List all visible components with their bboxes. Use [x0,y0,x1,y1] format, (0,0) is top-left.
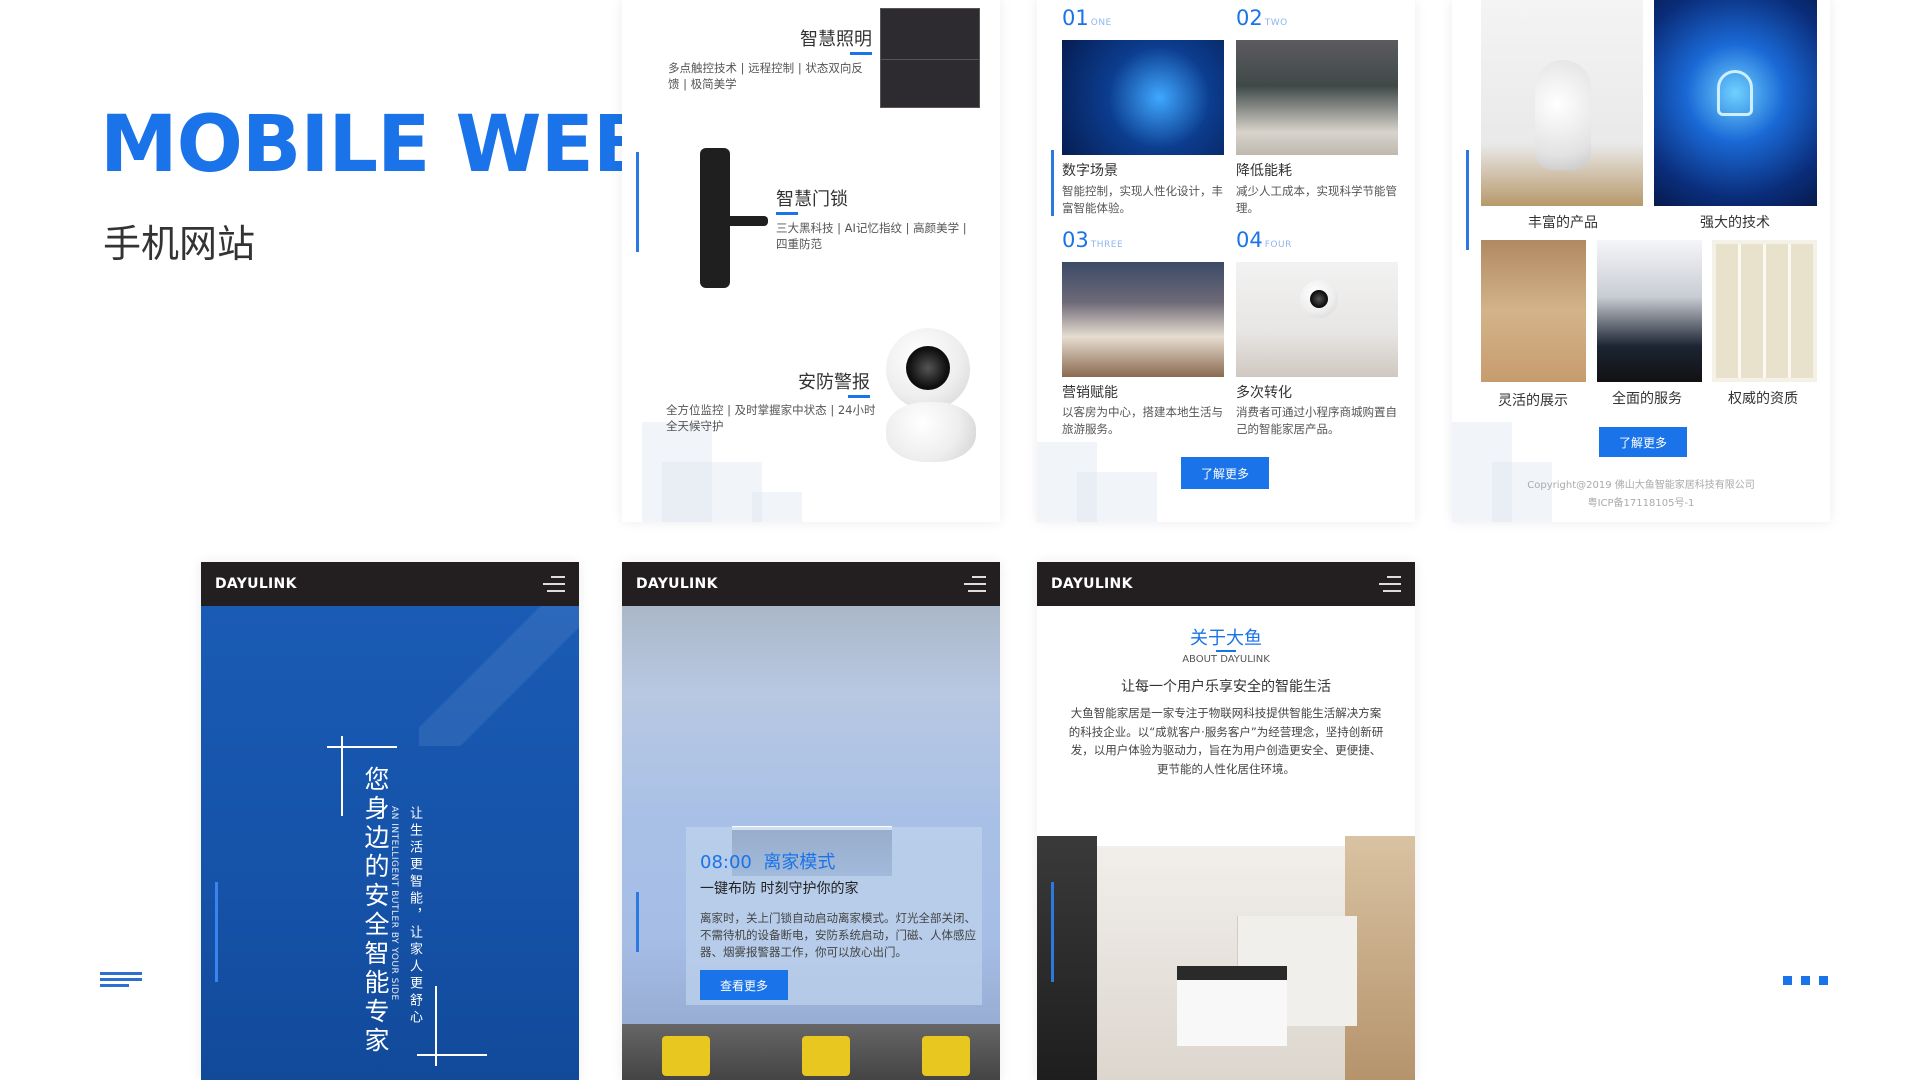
navbar: DAYULINK [201,562,579,606]
away-mode-heading: 08:00 离家模式 [700,848,835,874]
scene-title-energy: 降低能耗 [1236,163,1292,179]
brand-logo[interactable]: DAYULINK [1051,576,1133,592]
slogan-english: AN INTELLIGENT BUTLER BY YOUR SIDE [389,806,399,1001]
humidifier-image [1535,60,1591,170]
accent-bar [1051,150,1054,216]
hero-banner: 您身边的安全智能专家 AN INTELLIGENT BUTLER BY YOUR… [201,606,579,1080]
lock-handle [722,216,768,226]
about-tagline: 让每一个用户乐享安全的智能生活 [1121,679,1331,695]
camera-lens [906,346,950,390]
scene-title-marketing: 营销赋能 [1062,385,1118,401]
about-subtitle: ABOUT DAYULINK [1182,654,1270,665]
camera-base [886,402,976,462]
menu-icon[interactable] [964,576,986,592]
smart-switch-image [880,8,980,108]
scene-image-digital [1062,40,1224,155]
decor-line [341,736,343,816]
scene-title-conversion: 多次转化 [1236,385,1292,401]
decorative-dots [1783,976,1828,985]
brand-logo[interactable]: DAYULINK [636,576,718,592]
mobile-screen-home: DAYULINK 您身边的安全智能专家 AN INTELLIGENT BUTLE… [201,562,579,1080]
navbar: DAYULINK [1037,562,1415,606]
scene-image-bedroom [1236,40,1398,155]
title-underline [776,212,798,215]
pillow-image [662,1036,710,1076]
away-mode-headline: 一键布防 时刻守护你的家 [700,881,859,897]
scene-desc-marketing: 以客房为中心，搭建本地生活与旅游服务。 [1062,405,1223,436]
showroom-image [1037,806,1415,1080]
feature-caption-technology: 强大的技术 [1700,215,1770,231]
accent-bar [636,892,639,952]
scene-number-02: 02 TWO [1236,6,1288,30]
scene-number-01: 01 ONE [1062,6,1112,30]
slogan-side: 让生活更智能，让家人更舒心 [407,806,422,1027]
page-title: MOBILE WEB [100,100,652,190]
decor-line [327,746,397,748]
page-subtitle: 手机网站 [103,222,256,266]
scene-desc-energy: 减少人工成本，实现科学节能管理。 [1236,184,1397,215]
product-title-lock: 智慧门锁 [776,189,848,210]
title-underline [848,395,870,398]
product-desc-lighting: 多点触控技术 | 远程控制 | 状态双向反馈 | 极简美学 [668,61,863,91]
slogan-main: 您身边的安全智能专家 [361,766,390,1056]
scene-image-hotel [1062,262,1224,377]
pillow-image [802,1036,850,1076]
lock-icon [1717,70,1753,116]
decor-line [417,1054,487,1056]
feature-caption-qualification: 权威的资质 [1728,391,1798,407]
feature-image-service [1597,240,1702,382]
accent-bar [636,152,639,252]
pillow-image [922,1036,970,1076]
scene-desc-digital: 智能控制，实现人性化设计，丰富智能体验。 [1062,184,1223,215]
title-underline [850,52,872,55]
product-title-lighting: 智慧照明 [800,29,872,50]
scene-number-04: 04 FOUR [1236,228,1292,252]
product-title-alarm: 安防警报 [798,372,870,393]
learn-more-button[interactable]: 了解更多 [1181,457,1269,489]
away-mode-desc: 离家时，关上门锁自动启动离家模式。灯光全部关闭、不需待机的设备断电，安防系统启动… [700,911,976,959]
feature-caption-products: 丰富的产品 [1528,215,1598,231]
mode-name: 离家模式 [763,852,836,873]
menu-icon[interactable] [1379,576,1401,592]
accent-bar [1466,150,1469,250]
view-more-button[interactable]: 查看更多 [700,970,788,1000]
product-desc-lock: 三大黑科技 | AI记忆指纹 | 高颜美学 | 四重防范 [776,221,967,251]
feature-caption-service: 全面的服务 [1612,391,1682,407]
feature-image-certificates [1712,240,1817,382]
scene-desc-conversion: 消费者可通过小程序商城购置自己的智能家居产品。 [1236,405,1397,436]
mode-time: 08:00 [700,852,752,873]
accent-bar [1051,882,1054,982]
menu-icon[interactable] [543,576,565,592]
copyright-text: Copyright@2019 佛山大鱼智能家居科技有限公司 粤ICP备17118… [1527,480,1755,509]
title-underline [1216,650,1236,652]
feature-image-display [1481,240,1586,382]
camera-lens [1310,290,1328,308]
decorative-lines [100,972,142,987]
scene-number-03: 03 THREE [1062,228,1124,252]
scene-title-digital: 数字场景 [1062,163,1118,179]
about-desc: 大鱼智能家居是一家专注于物联网科技提供智能生活解决方案的科技企业。以“成就客户·… [1068,706,1384,776]
brand-logo[interactable]: DAYULINK [215,576,297,592]
feature-caption-display: 灵活的展示 [1498,393,1568,409]
accent-bar [215,882,218,982]
about-title: 关于大鱼 [1190,628,1262,649]
learn-more-button[interactable]: 了解更多 [1599,427,1687,457]
navbar: DAYULINK [622,562,1000,606]
product-desc-alarm: 全方位监控 | 及时掌握家中状态 | 24小时全天候守护 [666,403,876,433]
